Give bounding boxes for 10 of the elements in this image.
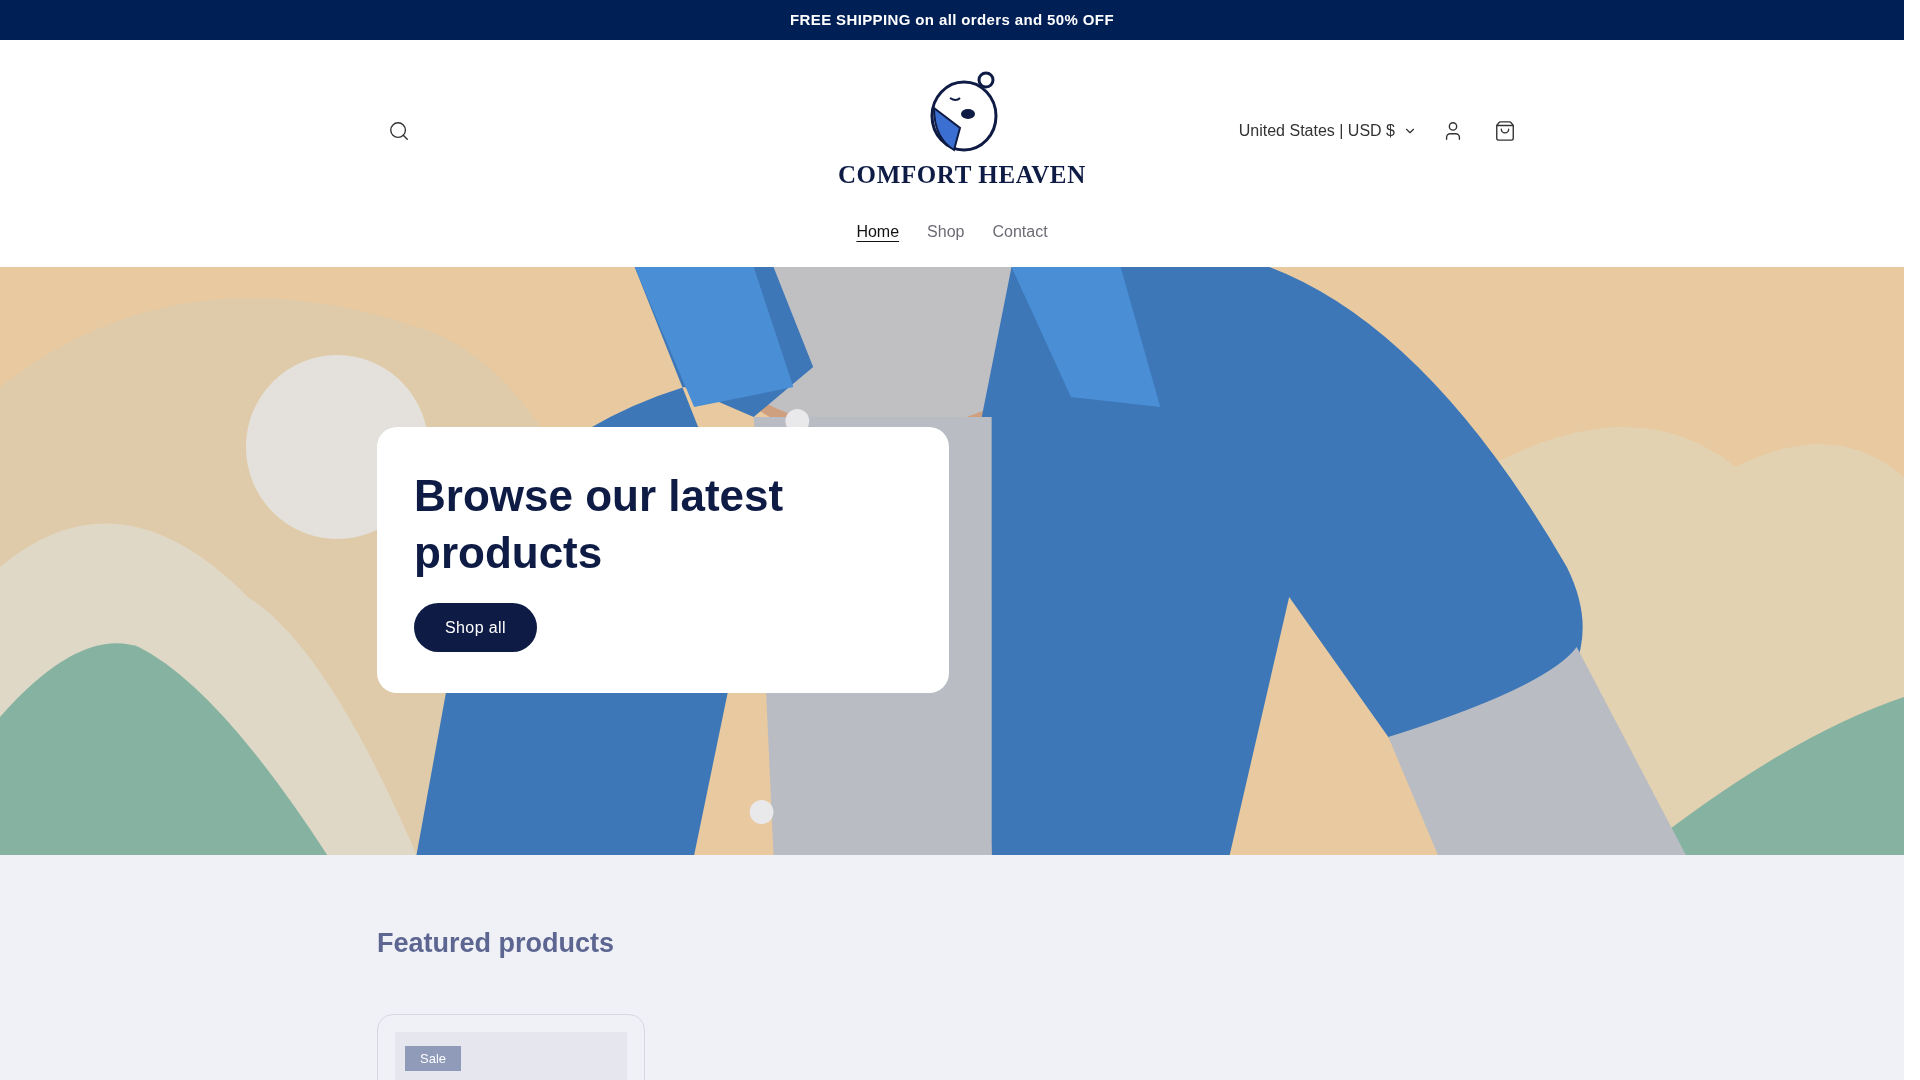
announcement-text: FREE SHIPPING on all orders and 50% OFF [790,9,1114,30]
nav-link[interactable]: Home [844,215,912,248]
country-selector[interactable]: United States | USD $ [1232,108,1423,153]
nav-link[interactable]: Contact [980,215,1060,248]
shop-all-button[interactable]: Shop all [414,603,538,652]
nav-link[interactable]: Shop [915,215,977,248]
brand-name[interactable]: COMFORT HEAVEN [837,156,1086,194]
sale-badge: Sale [405,1045,462,1071]
section-heading: Featured products [377,927,616,960]
hero-heading: Browse our latest products [414,470,785,579]
